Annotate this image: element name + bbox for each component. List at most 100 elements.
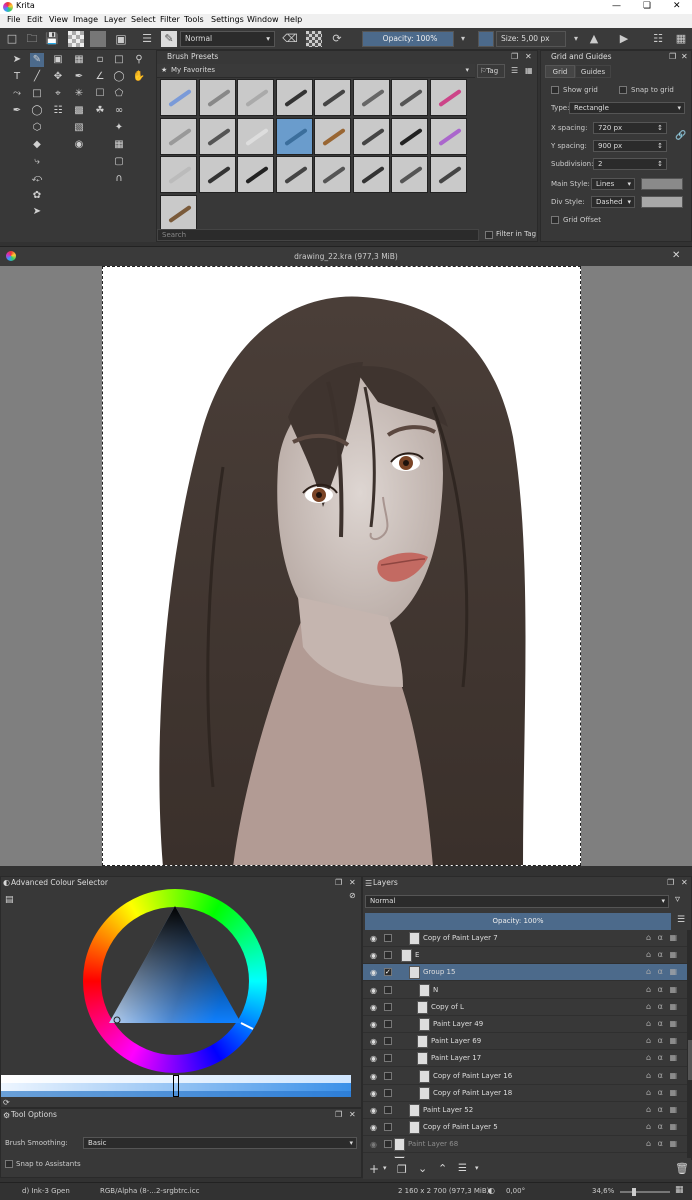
subdivision-input[interactable]: 2 ↕ — [593, 158, 667, 170]
float-colour-panel-icon[interactable]: ❐ — [335, 878, 342, 887]
layer-lock-alpha-icons[interactable]: ⌂ α ▦ — [646, 1002, 679, 1011]
visibility-eye-icon[interactable]: ◉ — [370, 1003, 377, 1012]
brush-preset-spray[interactable] — [352, 156, 390, 193]
maximize-icon[interactable]: ❏ — [643, 1, 651, 11]
brush-preset-ornament[interactable] — [429, 156, 467, 193]
brush-preset-pattern[interactable] — [314, 156, 351, 193]
layer-properties-dropdown-icon[interactable]: ▾ — [475, 1164, 479, 1172]
tab-grid[interactable]: Grid — [545, 65, 575, 78]
text-icon[interactable]: T — [10, 70, 24, 84]
dynamic-brush-icon[interactable]: ✿ — [30, 189, 44, 203]
eraser-icon[interactable]: ⌫ — [282, 31, 298, 47]
layer-scrollbar[interactable] — [687, 930, 692, 1158]
layer-select-checkbox[interactable]: ✓ — [384, 968, 392, 977]
layer-blend-select[interactable]: Normal ▾ — [365, 895, 669, 908]
layer-lock-alpha-icons[interactable]: ⌂ α ▦ — [646, 1157, 679, 1158]
close-colour-panel-icon[interactable]: ✕ — [349, 878, 356, 887]
close-panel-icon[interactable]: ✕ — [525, 52, 532, 61]
calligraphy-icon[interactable]: ✒ — [10, 104, 24, 118]
menu-edit[interactable]: Edit — [27, 15, 43, 24]
visibility-eye-icon[interactable]: ◉ — [370, 986, 377, 995]
save-icon[interactable]: 💾 — [44, 31, 60, 47]
colour-settings-icon[interactable]: ⊘ — [349, 891, 356, 900]
layer-select-checkbox[interactable] — [384, 1071, 392, 1080]
ellipse-icon[interactable]: ◯ — [30, 104, 44, 118]
brush-preset-pen-selected[interactable] — [275, 117, 313, 155]
smart-patch-icon[interactable]: ✳ — [72, 87, 86, 101]
layer-select-checkbox[interactable] — [384, 1123, 392, 1132]
freehand-select-icon[interactable]: ∞ — [112, 104, 126, 118]
filter-in-tag-checkbox[interactable] — [485, 231, 493, 239]
layer-opacity-slider[interactable]: Opacity: 100% — [365, 913, 671, 930]
brush-preset-blur[interactable] — [160, 156, 197, 193]
size-slider[interactable]: Size: 5,00 px — [496, 31, 566, 47]
show-grid-checkbox[interactable] — [551, 86, 559, 94]
reload-preset-icon[interactable]: ⟳ — [329, 31, 345, 47]
brush-preset-icon[interactable]: ✎ — [161, 31, 177, 47]
layer-row[interactable]: ◉ Paint Layer 68 ⌂ α ▦ — [363, 1136, 692, 1154]
close-layers-panel-icon[interactable]: ✕ — [681, 878, 688, 887]
similar-select-icon[interactable]: ▦ — [112, 138, 126, 152]
tag-selector[interactable]: ★ My Favorites ▾ — [157, 64, 475, 78]
artwork-canvas[interactable] — [102, 266, 581, 866]
pan-icon[interactable]: ✋ — [132, 70, 146, 84]
brush-preset-stamp-2[interactable] — [160, 194, 197, 232]
menu-help[interactable]: Help — [284, 15, 302, 24]
brush-preset-ink-brush[interactable] — [391, 117, 428, 155]
visibility-eye-icon[interactable]: ◉ — [370, 1037, 377, 1046]
brush-preset-ink-pen[interactable] — [275, 79, 313, 116]
layer-lock-alpha-icons[interactable]: ⌂ α ▦ — [646, 933, 679, 942]
menu-file[interactable]: File — [7, 15, 20, 24]
main-color-swatch[interactable] — [641, 178, 683, 190]
layer-options-icon[interactable]: ☰ — [677, 915, 685, 925]
document-tab[interactable]: drawing_22.kra (977,3 MiB) ✕ — [0, 246, 692, 266]
mirror-vertical-icon[interactable]: ▶ — [616, 31, 632, 47]
gradient-swatch-icon[interactable] — [68, 31, 84, 47]
view-mode-icon[interactable]: ☰ — [511, 66, 518, 75]
link-spacing-icon[interactable]: 🔗 — [675, 131, 686, 141]
minimize-icon[interactable]: — — [612, 1, 621, 11]
menu-view[interactable]: View — [49, 15, 68, 24]
layer-select-checkbox[interactable] — [384, 1088, 392, 1097]
visibility-eye-icon[interactable]: ◉ — [370, 1020, 377, 1029]
brush-preset-bristle[interactable] — [352, 117, 390, 155]
new-document-icon[interactable]: □ — [4, 31, 20, 47]
tag-dropdown-icon[interactable]: ▾ — [465, 66, 469, 74]
menu-layer[interactable]: Layer — [104, 15, 126, 24]
brush-preset-airbrush[interactable] — [160, 79, 197, 116]
layer-lock-alpha-icons[interactable]: ⌂ α ▦ — [646, 1036, 679, 1045]
visibility-eye-icon[interactable]: ◉ — [370, 1072, 377, 1081]
snap-assistants-checkbox[interactable] — [5, 1160, 13, 1168]
layer-lock-alpha-icons[interactable]: ⌂ α ▦ — [646, 1071, 679, 1080]
brush-preset-texture[interactable] — [237, 156, 274, 193]
line-icon[interactable]: ╱ — [30, 70, 44, 84]
layer-select-checkbox[interactable] — [384, 934, 392, 942]
y-spacing-input[interactable]: 900 px ↕ — [593, 140, 667, 152]
layer-lock-alpha-icons[interactable]: ⌂ α ▦ — [646, 1122, 679, 1131]
opacity-dropdown-icon[interactable]: ▾ — [455, 31, 471, 47]
warp-icon[interactable]: ☷ — [51, 104, 65, 118]
menu-tools[interactable]: Tools — [184, 15, 204, 24]
preset-settings-icon[interactable]: ▦ — [525, 66, 533, 75]
layer-row[interactable]: ◉ N ⌂ α ▦ — [363, 982, 692, 999]
layer-row[interactable]: ◉ Paint Layer 52 ⌂ α ▦ — [363, 1102, 692, 1119]
measure-icon[interactable]: ∠ — [93, 70, 107, 84]
select-shapes-icon[interactable]: ➤ — [10, 53, 24, 67]
brush-preset-charcoal[interactable] — [198, 117, 236, 155]
menu-settings[interactable]: Settings — [211, 15, 244, 24]
float-layers-panel-icon[interactable]: ❐ — [667, 878, 674, 887]
close-tool-options-icon[interactable]: ✕ — [349, 1110, 356, 1119]
eyedropper-icon[interactable]: ✒ — [72, 70, 86, 84]
brush-preset-paint-knife[interactable] — [429, 79, 467, 116]
layer-row[interactable]: ◉ Paint Layer 49 ⌂ α ▦ — [363, 1016, 692, 1033]
add-layer-dropdown-icon[interactable]: ▾ — [383, 1164, 387, 1172]
reference-icon[interactable]: ☐ — [93, 87, 107, 101]
layer-row[interactable]: ◉ Copy of L ⌂ α ▦ — [363, 999, 692, 1016]
layer-filter-icon[interactable]: ▿ — [675, 894, 680, 905]
brush-preset-pencil[interactable] — [160, 117, 197, 155]
brush-preset-chalk[interactable] — [237, 117, 274, 155]
polygon-icon[interactable]: ⬡ — [30, 121, 44, 135]
fg-bg-color-icon[interactable]: ▣ — [113, 31, 129, 47]
rotation-icon[interactable]: ◐ — [488, 1186, 495, 1195]
wrap-around-icon[interactable]: ☷ — [650, 31, 666, 47]
